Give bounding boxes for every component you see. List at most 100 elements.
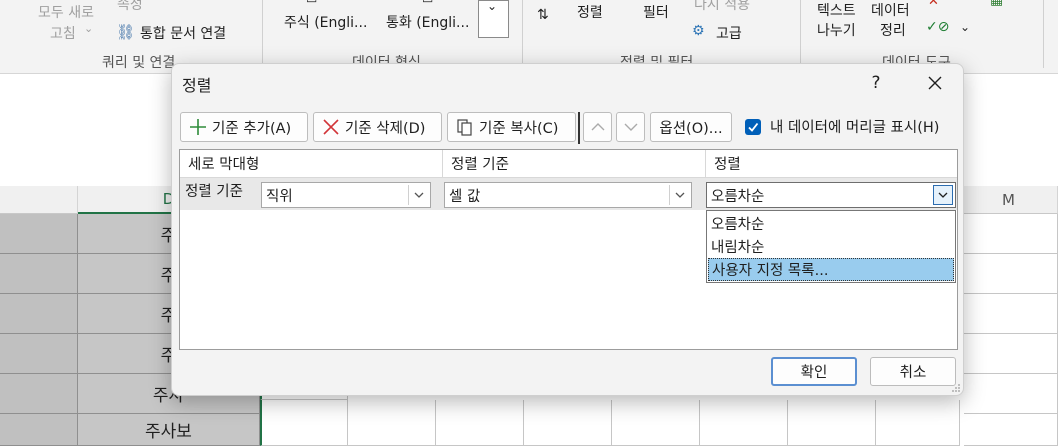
cell[interactable] <box>964 294 1058 334</box>
delete-x-icon <box>320 116 342 138</box>
dialog-title: 정렬 <box>182 76 212 95</box>
chevron-down-icon[interactable]: ⌄ <box>960 20 970 34</box>
dropdown-option-ascending[interactable]: 오름차순 <box>708 212 954 235</box>
chevron-down-icon <box>669 185 689 205</box>
stocks-icon: ▭ <box>306 0 317 6</box>
dropdown-option-descending[interactable]: 내림차순 <box>708 235 954 258</box>
copy-level-button[interactable]: 기준 복사(C) <box>447 112 576 142</box>
ribbon-separator <box>522 0 523 68</box>
cell[interactable] <box>964 334 1058 374</box>
filter-button[interactable]: 필터 <box>643 2 669 22</box>
workbook-links-icon: ⛓ <box>116 23 136 41</box>
sort-on-select[interactable]: 셀 값 <box>444 182 692 208</box>
column-header-m[interactable]: M <box>960 186 1058 214</box>
has-headers-checkbox[interactable] <box>745 118 761 135</box>
order-dropdown-list: 오름차순 내림차순 사용자 지정 목록... <box>706 210 956 283</box>
text-to-columns-button[interactable]: 텍스트 <box>817 0 856 20</box>
checkmark-icon <box>748 122 759 132</box>
chevron-up-icon <box>591 123 604 131</box>
currencies-icon: ▭ <box>422 0 433 6</box>
cancel-button[interactable]: 취소 <box>870 357 956 386</box>
close-button[interactable] <box>918 70 952 96</box>
options-button[interactable]: 옵션(O)... <box>650 112 732 142</box>
column-select[interactable]: 직위 <box>261 182 431 208</box>
add-level-button[interactable]: 기준 추가(A) <box>180 112 308 142</box>
cell[interactable] <box>964 414 1058 446</box>
delete-level-label: 기준 삭제(D) <box>345 120 426 137</box>
data-tools-label-2: 정리 <box>880 23 906 39</box>
ribbon-separator <box>262 0 263 68</box>
cell[interactable] <box>260 400 348 446</box>
chevron-down-icon[interactable]: ⌄ <box>84 22 93 35</box>
workbook-links-button[interactable]: 통합 문서 연결 <box>140 23 226 43</box>
cell[interactable] <box>964 214 1058 254</box>
reapply-button[interactable]: 다시 적용 <box>694 0 750 14</box>
sort-az-icon: ⇅ <box>537 7 549 23</box>
cell[interactable] <box>0 414 78 446</box>
plus-icon <box>187 116 209 138</box>
cell[interactable] <box>0 254 78 294</box>
dropdown-option-custom-list[interactable]: 사용자 지정 목록... <box>708 258 954 281</box>
chevron-down-icon[interactable] <box>933 185 953 205</box>
sort-on-select-value: 셀 값 <box>449 188 481 205</box>
order-select-value: 오름차순 <box>711 188 765 205</box>
text-to-columns-label-2: 나누기 <box>817 23 856 39</box>
close-icon <box>928 76 942 90</box>
data-tools-button[interactable]: 데이터 <box>871 0 910 20</box>
advanced-button[interactable]: 고급 <box>716 23 742 43</box>
chevron-down-icon <box>624 123 637 131</box>
sort-levels-grid: 세로 막대형 정렬 기준 정렬 정렬 기준 직위 셀 값 오름차순 오름차순 내… <box>179 149 958 350</box>
properties-button[interactable]: 속성 <box>117 0 143 14</box>
advanced-filter-icon: ⚙ <box>692 23 705 39</box>
copy-level-label: 기준 복사(C) <box>479 120 559 137</box>
column-header-order: 정렬 <box>706 150 957 178</box>
has-headers-option: 내 데이터에 머리글 표시(H) <box>745 116 939 137</box>
currencies-data-type[interactable]: 통화 (Engli... <box>386 12 469 32</box>
cell[interactable] <box>612 400 700 446</box>
sort-dialog: 정렬 ? 기준 추가(A) 기준 삭제(D) 기준 복사(C) 옵션(O)...… <box>171 63 964 396</box>
cell[interactable] <box>0 294 78 334</box>
cell[interactable] <box>700 400 788 446</box>
column-header-column: 세로 막대형 <box>180 150 443 178</box>
chevron-down-icon <box>408 185 428 205</box>
ok-button[interactable]: 확인 <box>771 357 857 386</box>
column-header-sort-on: 정렬 기준 <box>443 150 706 178</box>
resize-grip-icon[interactable] <box>951 383 961 393</box>
sort-level-row[interactable]: 정렬 기준 직위 셀 값 오름차순 <box>180 178 957 210</box>
cell[interactable] <box>876 400 960 446</box>
move-down-button[interactable] <box>616 112 645 142</box>
has-headers-label: 내 데이터에 머리글 표시(H) <box>770 120 940 136</box>
consolidate-icon[interactable]: ▦ <box>990 0 1003 8</box>
column-header[interactable] <box>0 186 78 214</box>
cell[interactable] <box>348 400 436 446</box>
help-button[interactable]: ? <box>864 70 888 96</box>
refresh-all-button[interactable]: 모두 새로 <box>38 2 94 22</box>
chevron-down-icon: ⌄ <box>487 0 498 13</box>
ribbon-separator <box>800 0 801 68</box>
cell[interactable] <box>436 400 524 446</box>
delete-level-button[interactable]: 기준 삭제(D) <box>313 112 442 142</box>
cell[interactable] <box>0 214 78 254</box>
add-level-label: 기준 추가(A) <box>212 120 292 137</box>
refresh-all-label-2: 고침 <box>50 26 76 42</box>
remove-duplicates-icon[interactable]: ✕ <box>928 0 939 9</box>
group-queries-label: 쿼리 및 연결 <box>102 55 176 71</box>
toolbar-separator <box>578 112 580 144</box>
copy-icon <box>454 116 476 138</box>
cell[interactable] <box>788 400 876 446</box>
cell[interactable] <box>0 334 78 374</box>
sort-button[interactable]: 정렬 <box>577 2 603 22</box>
order-select[interactable]: 오름차순 <box>706 182 956 208</box>
data-validation-icon[interactable]: ✓⊘ <box>926 19 949 35</box>
cell[interactable] <box>964 374 1058 414</box>
column-select-value: 직위 <box>266 188 293 205</box>
data-types-gallery-more[interactable]: ⌄ <box>478 0 509 38</box>
ribbon-separator <box>1043 0 1044 68</box>
stocks-data-type[interactable]: 주식 (Engli... <box>284 12 367 32</box>
cell[interactable]: 주사보 <box>78 414 260 446</box>
cell[interactable] <box>964 254 1058 294</box>
cell[interactable] <box>0 374 78 414</box>
cell[interactable] <box>524 400 612 446</box>
sort-level-label: 정렬 기준 <box>185 184 243 200</box>
move-up-button[interactable] <box>583 112 612 142</box>
